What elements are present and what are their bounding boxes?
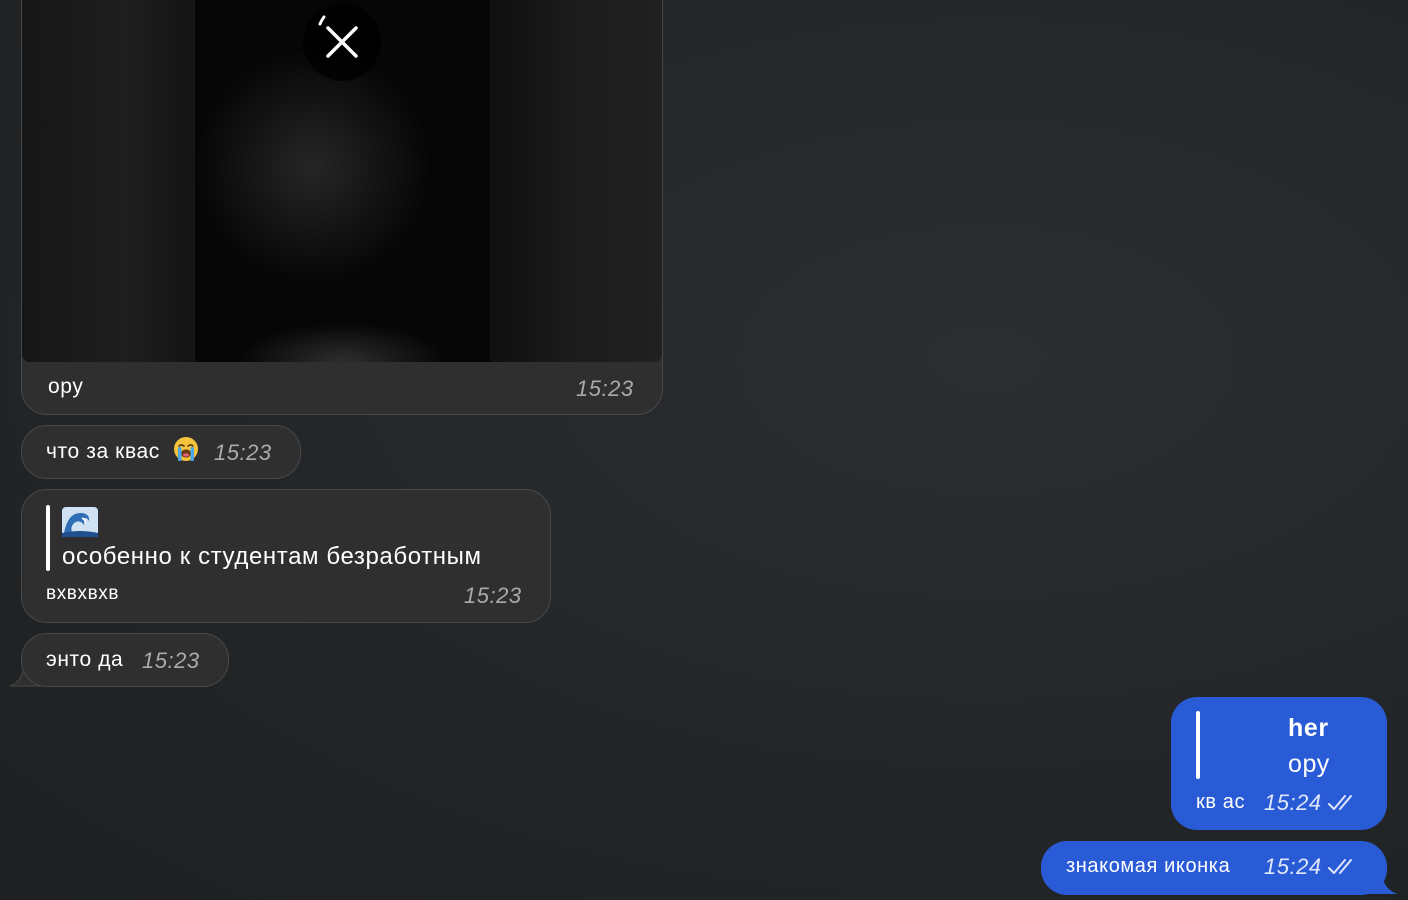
message-text: энто да: [46, 648, 124, 671]
message-time: 15:23: [576, 376, 634, 401]
media-message-bubble[interactable]: ору 15:23: [21, 0, 663, 415]
outgoing-reply-message-bubble[interactable]: her ору кв ас 15:24: [1171, 697, 1387, 830]
message-time: 15:23: [214, 440, 272, 465]
video-blur-right: [490, 0, 662, 362]
cancel-download-button[interactable]: [303, 3, 381, 81]
double-check-icon: [1328, 859, 1352, 874]
message-text: знакомая иконка: [1066, 855, 1231, 877]
reply-quote-text: ору: [1288, 750, 1330, 778]
reply-message-bubble[interactable]: особенно к студентам безработным вхвхвхв…: [21, 489, 551, 623]
message-text: кв ас: [1196, 791, 1246, 813]
message-time: 15:23: [142, 648, 200, 673]
loudly-crying-face-icon: [174, 437, 198, 461]
message-text: что за квас: [46, 440, 160, 463]
outgoing-message-bubble[interactable]: знакомая иконка 15:24: [1041, 841, 1387, 895]
reply-author: her: [1288, 714, 1329, 742]
water-wave-icon: [62, 507, 98, 537]
reply-quote-text: особенно к студентам безработным: [62, 543, 482, 570]
double-check-icon: [1328, 795, 1352, 810]
close-icon: [318, 15, 358, 58]
reply-quote-bar: [1196, 711, 1200, 779]
message-caption: ору: [48, 375, 84, 398]
reply-quote-bar: [46, 505, 50, 571]
message-time: 15:24: [1264, 854, 1322, 879]
message-time: 15:23: [464, 583, 522, 608]
message-bubble[interactable]: что за квас 15:23: [21, 425, 301, 479]
message-text: вхвхвхв: [46, 583, 120, 604]
video-thumbnail[interactable]: [22, 0, 662, 362]
message-time: 15:24: [1264, 790, 1322, 815]
message-bubble[interactable]: энто да 15:23: [21, 633, 229, 687]
video-blur-left: [22, 0, 194, 362]
